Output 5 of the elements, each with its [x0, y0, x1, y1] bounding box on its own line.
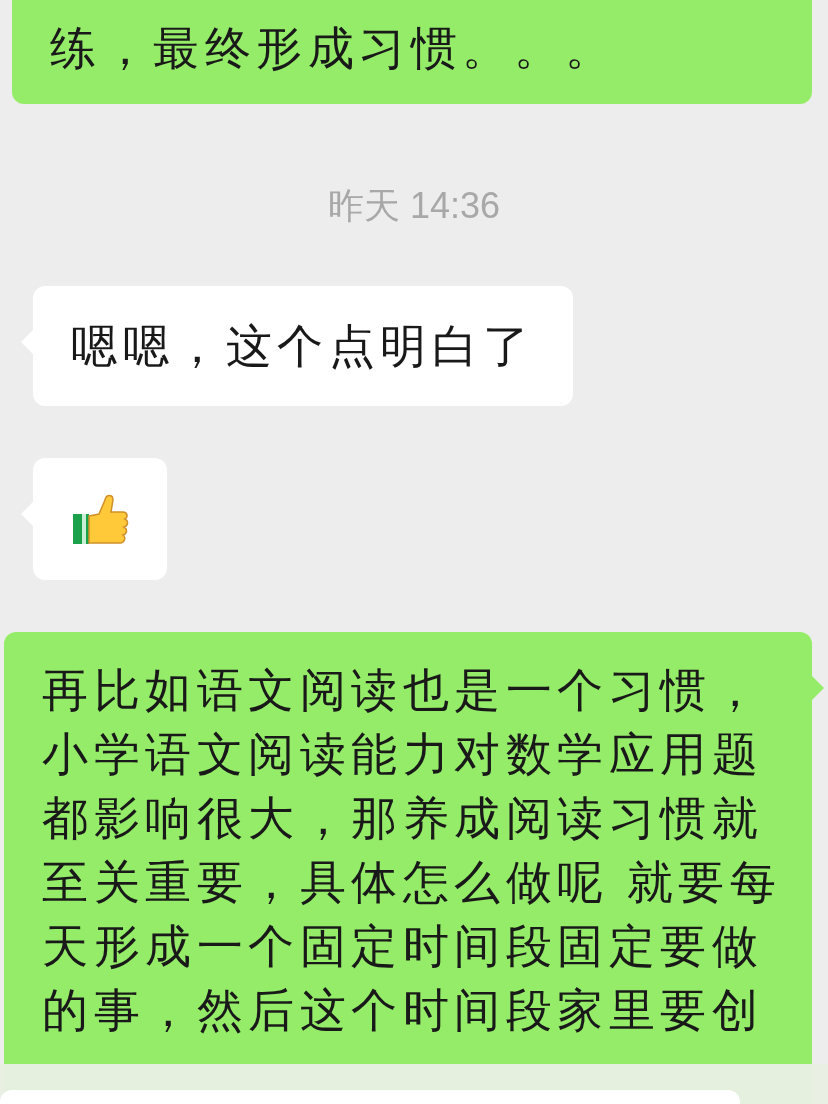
bubble-tail: [812, 676, 824, 700]
thumbs-up-icon: [71, 492, 129, 546]
timestamp: 昨天 14:36: [327, 184, 501, 228]
message-bubble: 练，最终形成习惯。。。: [12, 0, 812, 104]
message-bubble: 嗯嗯，这个点明白了: [33, 286, 573, 406]
